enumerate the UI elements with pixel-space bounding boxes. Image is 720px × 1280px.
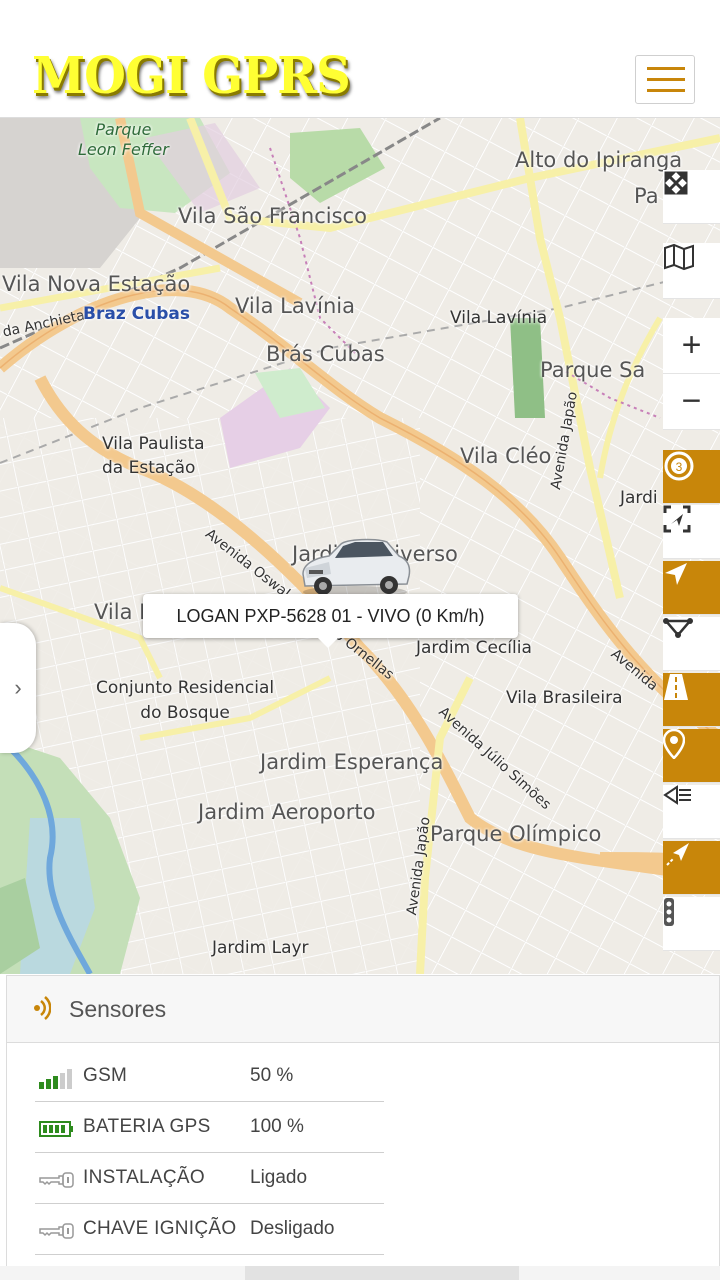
fullscreen-button[interactable] <box>663 170 720 224</box>
zoom-in-icon: + <box>681 326 702 364</box>
map-label-parque-sa: Parque Sa <box>540 358 646 382</box>
battery-icon <box>39 1120 75 1143</box>
map-pin-button[interactable] <box>663 729 720 783</box>
sensor-value-chave-ignicao: Desligado <box>250 1218 335 1239</box>
route-button[interactable] <box>663 617 720 671</box>
map-label-vila-lavinia-small: Vila Lavínia <box>450 308 548 328</box>
collapse-left-button[interactable] <box>663 785 720 839</box>
sensors-title: Sensores <box>69 996 167 1022</box>
zoom-out-button[interactable]: − <box>663 374 720 430</box>
vehicle-popup[interactable]: LOGAN PXP-5628 01 - VIVO (0 Km/h) <box>143 594 518 648</box>
map-label-jardi: Jardi <box>620 488 658 508</box>
map-label-vila-sao-francisco: Vila São Francisco <box>178 204 367 228</box>
map-canvas[interactable]: Parque Leon Feffer Vila São Francisco Al… <box>0 118 720 974</box>
vehicles-count-button[interactable]: 3 <box>663 450 720 504</box>
sensor-row-instalacao: INSTALAÇÃO Ligado <box>35 1153 384 1204</box>
sensor-row-battery: BATERIA GPS 100 % <box>35 1102 384 1153</box>
signal-bars-icon <box>39 1069 75 1094</box>
sidebar-toggle[interactable]: › <box>0 623 36 753</box>
map-label-vila-nova-estacao: Vila Nova Estação <box>2 272 191 296</box>
road-icon <box>664 674 688 700</box>
sensor-name-instalacao: INSTALAÇÃO <box>83 1167 205 1188</box>
sensors-table: GSM 50 % BATERIA GPS 100 % INSTALAÇÃO Li… <box>6 1043 720 1268</box>
zoom-in-button[interactable]: + <box>663 318 720 374</box>
sensor-row-gsm: GSM 50 % <box>35 1051 384 1102</box>
top-header: MOGI GPRS <box>0 0 720 118</box>
map-label-vila-lavinia: Vila Lavínia <box>235 294 355 318</box>
menu-button[interactable] <box>635 55 695 104</box>
vehicles-count-badge: 3 <box>676 460 683 474</box>
vehicle-car-icon[interactable] <box>295 534 413 600</box>
bottom-scrollbar-thumb[interactable] <box>245 1266 519 1280</box>
app-root: MOGI GPRS Parque Leon Feffer Vila São Fr… <box>0 0 720 1280</box>
map-label-conjunto: Conjunto Residencial do Bosque <box>96 678 275 723</box>
fullscreen-icon <box>664 171 688 195</box>
map-label-jardim-layr: Jardim Layr <box>212 938 309 958</box>
more-vertical-icon <box>664 898 674 926</box>
map-label-vila-brasileira: Vila Brasileira <box>506 688 623 708</box>
map-label-vila-paulista-estacao: Vila Paulista da Estação <box>102 434 205 478</box>
navigation-arrow-icon <box>665 563 687 585</box>
brand-logo[interactable]: MOGI GPRS <box>32 47 351 106</box>
key-icon <box>39 1171 75 1194</box>
sensor-value-gsm: 50 % <box>250 1065 294 1086</box>
sensor-row-chave-ignicao: CHAVE IGNIÇÃO Desligado <box>35 1204 384 1255</box>
follow-vehicle-button[interactable] <box>663 841 720 895</box>
map-label-jardim-aeroporto: Jardim Aeroporto <box>198 800 376 824</box>
zoom-out-icon: − <box>681 382 702 420</box>
map-label-braz-cubas-station: Braz Cubas <box>83 304 190 324</box>
map-label-alto-ipiranga: Alto do Ipiranga <box>515 148 683 172</box>
road-button[interactable] <box>663 673 720 727</box>
key-icon <box>39 1222 75 1245</box>
sensor-value-instalacao: Ligado <box>250 1167 308 1188</box>
vehicles-count-icon: 3 <box>664 451 694 481</box>
map-layers-icon <box>664 243 694 271</box>
sensor-name-chave-ignicao: CHAVE IGNIÇÃO <box>83 1218 237 1239</box>
route-icon <box>663 618 693 638</box>
hamburger-icon <box>647 67 685 70</box>
map-layers-button[interactable] <box>663 243 720 299</box>
map-label-bras-cubas: Brás Cubas <box>266 342 385 366</box>
map-pin-icon <box>663 729 685 759</box>
map-label-jardim-cecilia: Jardim Cecília <box>416 638 532 658</box>
fit-bounds-button[interactable] <box>663 505 720 559</box>
sensor-value-battery: 100 % <box>250 1116 304 1137</box>
map-label-pa: Pa <box>634 184 659 208</box>
sensor-name-battery: BATERIA GPS <box>83 1116 211 1137</box>
map-label-parque-leon: Parque Leon Feffer <box>78 120 169 159</box>
collapse-left-icon <box>663 785 691 805</box>
map-label-vila-cleo: Vila Cléo <box>460 444 552 468</box>
sensor-wave-icon <box>33 996 52 1026</box>
fit-bounds-icon <box>663 505 691 533</box>
more-options-button[interactable] <box>663 897 720 951</box>
sensors-header[interactable]: Sensores <box>6 975 720 1043</box>
navigation-button[interactable] <box>663 561 720 615</box>
chevron-right-icon: › <box>14 675 22 700</box>
map-label-parque-olimpico: Parque Olímpico <box>430 822 602 846</box>
map-label-jardim-esperanca: Jardim Esperança <box>260 750 444 774</box>
follow-vehicle-icon <box>666 843 689 866</box>
sensor-name-gsm: GSM <box>83 1065 128 1086</box>
